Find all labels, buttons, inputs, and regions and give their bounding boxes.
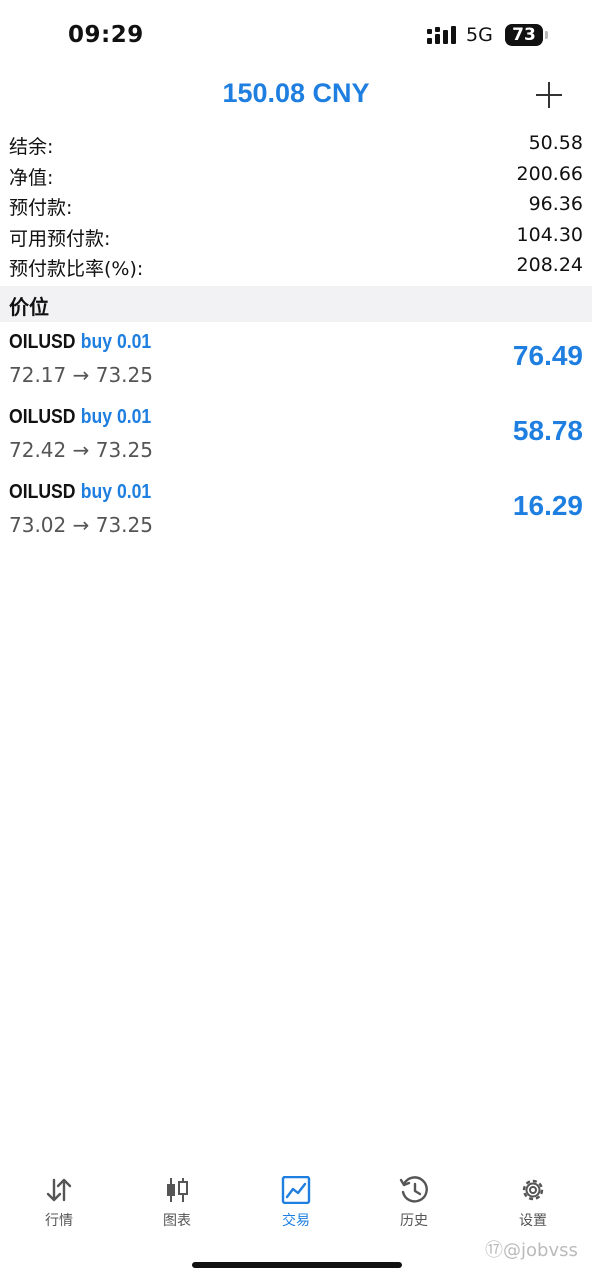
position-side: buy 0.01 [80,481,152,503]
account-summary: 结余: 50.58 净值: 200.66 预付款: 96.36 可用预付款: 1… [0,130,592,283]
position-symbol-line: OILUSD buy 0.01 [9,331,151,354]
account-row-equity: 净值: 200.66 [0,161,592,192]
account-label: 预付款: [9,197,73,219]
add-order-button[interactable] [534,80,564,110]
position-symbol: OILUSD [9,406,76,428]
position-side: buy 0.01 [80,406,152,428]
positions-list: OILUSD buy 0.01 72.17 → 73.25 76.49 OILUS… [0,328,592,553]
bottom-tab-bar: 行情 图表 交易 历史 设置 [0,1166,592,1246]
tab-settings[interactable]: 设置 [474,1166,592,1236]
positions-section-header: 价位 [0,286,592,322]
position-symbol-line: OILUSD buy 0.01 [9,406,151,429]
quotes-arrows-icon [46,1178,72,1202]
position-profit: 16.29 [512,490,583,521]
position-row[interactable]: OILUSD buy 0.01 73.02 → 73.25 16.29 [0,478,592,553]
tab-history[interactable]: 历史 [355,1166,473,1236]
position-prices: 73.02 → 73.25 [9,513,153,537]
position-symbol: OILUSD [9,331,76,353]
trade-chart-icon [281,1176,311,1204]
candlestick-icon [167,1178,188,1202]
tab-quotes[interactable]: 行情 [0,1166,118,1236]
position-prices: 72.42 → 73.25 [9,438,153,462]
position-symbol: OILUSD [9,481,76,503]
tab-charts[interactable]: 图表 [118,1166,236,1236]
tab-label: 交易 [282,1213,310,1229]
watermark: ⑰@jobvss [485,1240,578,1261]
tab-label: 行情 [45,1213,73,1229]
gear-icon [522,1179,544,1201]
position-symbol-line: OILUSD buy 0.01 [9,481,151,504]
home-indicator[interactable] [192,1262,402,1268]
account-label: 净值: [9,166,54,189]
position-profit: 76.49 [512,340,583,371]
account-row-free-margin: 可用预付款: 104.30 [0,222,592,253]
page-title: 150.08 CNY [222,78,370,108]
section-title: 价位 [9,295,49,319]
account-row-margin: 预付款: 96.36 [0,191,592,222]
position-row[interactable]: OILUSD buy 0.01 72.42 → 73.25 58.78 [0,403,592,478]
account-row-margin-level: 预付款比率(%): 208.24 [0,252,592,283]
account-value: 200.66 [516,162,583,185]
status-time: 09:29 [68,22,144,48]
status-bar: 09:29 5G 73 [0,0,592,70]
account-label: 预付款比率(%): [9,258,144,280]
position-prices: 72.17 → 73.25 [9,363,153,387]
tab-label: 历史 [400,1213,428,1229]
position-side: buy 0.01 [80,331,152,353]
battery-indicator: 73 [505,24,548,46]
account-label: 可用预付款: [9,227,111,250]
account-value: 50.58 [528,132,583,154]
position-row[interactable]: OILUSD buy 0.01 72.17 → 73.25 76.49 [0,328,592,403]
position-profit: 58.78 [512,415,583,446]
history-clock-icon [399,1176,428,1203]
account-value: 208.24 [516,254,583,276]
tab-label: 设置 [519,1213,547,1229]
network-type: 5G [466,24,493,46]
account-value: 96.36 [528,193,583,215]
tab-trade[interactable]: 交易 [237,1166,355,1236]
signal-strength-icon [427,26,456,44]
tab-label: 图表 [163,1213,191,1229]
account-value: 104.30 [516,223,583,246]
account-row-balance: 结余: 50.58 [0,130,592,161]
account-label: 结余: [9,136,54,158]
